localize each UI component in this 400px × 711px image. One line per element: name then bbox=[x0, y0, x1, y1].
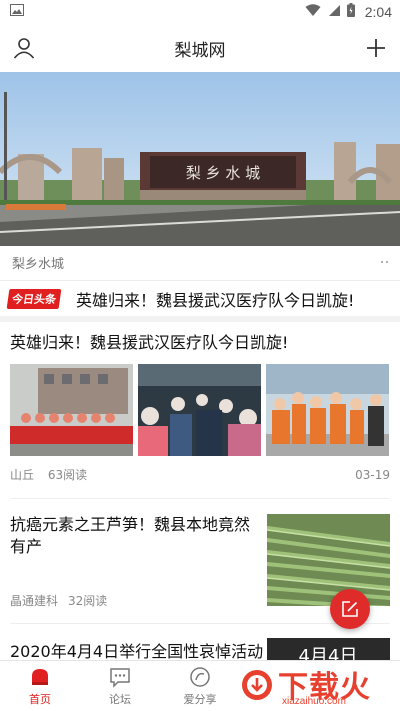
signal-icon bbox=[327, 4, 341, 21]
news-item-meta: 山丘 63阅读 03-19 bbox=[10, 466, 390, 483]
user-profile-button[interactable] bbox=[12, 36, 36, 60]
wifi-icon bbox=[305, 3, 321, 21]
news-thumbnail bbox=[266, 364, 389, 456]
headline-ticker-text: 英雄归来！魏县援武汉医疗队今日凯旋! bbox=[76, 290, 355, 310]
status-bar: 2:04 bbox=[0, 0, 400, 24]
news-date: 03-19 bbox=[355, 467, 390, 482]
watermark-subtext: xiazaihuo.com bbox=[282, 696, 346, 707]
watermark-logo-icon bbox=[242, 670, 272, 700]
home-icon bbox=[32, 668, 48, 685]
news-source: 山丘 bbox=[10, 468, 35, 482]
carousel-indicator bbox=[381, 261, 388, 263]
chat-icon bbox=[110, 667, 130, 688]
news-item-images bbox=[10, 364, 390, 456]
banner-carousel[interactable]: 梨 乡 水 城 bbox=[0, 72, 400, 246]
tab-share-label: 爱分享 bbox=[183, 692, 217, 706]
tab-share[interactable]: 爱分享 bbox=[160, 661, 240, 711]
banner-caption-bar: 梨乡水城 bbox=[0, 246, 400, 278]
banner-caption: 梨乡水城 bbox=[12, 256, 65, 272]
news-item[interactable]: 2020年4月4日举行全国性哀悼活动 4月4日 bbox=[0, 624, 400, 668]
news-thumbnail bbox=[10, 364, 133, 456]
headline-badge: 今日头条 bbox=[6, 288, 62, 309]
news-item-title: 英雄归来！魏县援武汉医疗队今日凯旋! bbox=[10, 333, 289, 352]
status-time: 2:04 bbox=[364, 4, 392, 20]
banner-image: 梨 乡 水 城 bbox=[0, 72, 400, 246]
gallery-notification-icon bbox=[10, 4, 24, 20]
tab-home[interactable]: 首页 bbox=[0, 661, 80, 711]
read-count: 63阅读 bbox=[47, 468, 88, 482]
list-divider bbox=[10, 498, 390, 499]
plus-icon bbox=[367, 39, 385, 57]
read-count: 32阅读 bbox=[68, 594, 108, 608]
battery-icon bbox=[346, 3, 355, 21]
news-source: 晶通建科 bbox=[10, 594, 59, 608]
compose-button[interactable] bbox=[330, 589, 370, 629]
news-item[interactable]: 英雄归来！魏县援武汉医疗队今日凯旋! 山丘 63阅读 03-19 bbox=[0, 322, 400, 494]
tab-forum-label: 论坛 bbox=[109, 692, 131, 706]
app-header: 梨城网 bbox=[0, 24, 400, 72]
news-item-meta: 晶通建科 32阅读 bbox=[10, 592, 107, 609]
news-thumbnail bbox=[138, 364, 261, 456]
tab-home-label: 首页 bbox=[29, 692, 51, 706]
news-item-title: 2020年4月4日举行全国性哀悼活动 bbox=[10, 642, 264, 661]
add-button[interactable] bbox=[364, 36, 388, 60]
share-circle-icon bbox=[190, 666, 210, 687]
user-icon bbox=[13, 38, 35, 59]
watermark: 下载火 xiazaihuo.com bbox=[236, 662, 396, 710]
tab-forum[interactable]: 论坛 bbox=[80, 661, 160, 711]
news-thumbnail bbox=[267, 514, 390, 606]
news-item-title: 抗癌元素之王芦笋！魏县本地竟然有产 bbox=[10, 515, 251, 556]
edit-icon bbox=[342, 601, 358, 617]
page-title: 梨城网 bbox=[174, 40, 226, 61]
gate-sign-text: 梨 乡 水 城 bbox=[186, 164, 260, 182]
headline-ticker[interactable]: 今日头条 英雄归来！魏县援武汉医疗队今日凯旋! bbox=[0, 280, 400, 316]
